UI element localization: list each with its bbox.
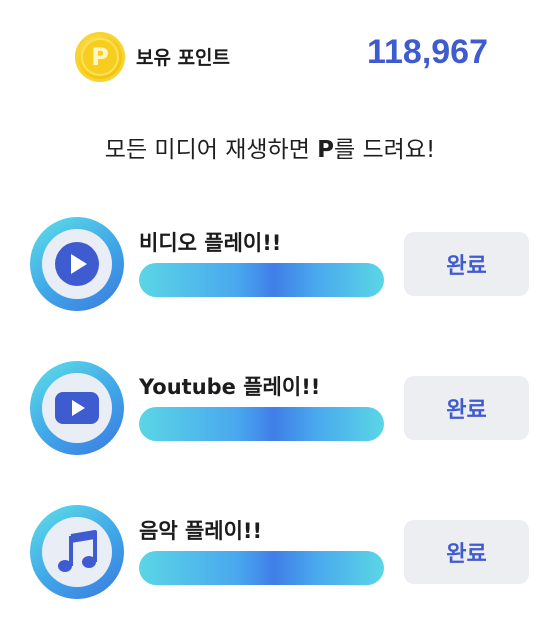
task-icon-ring (30, 217, 124, 311)
task-title: 음악 플레이!! (139, 519, 263, 543)
coin-icon: P (75, 32, 125, 82)
task-icon-ring (30, 361, 124, 455)
youtube-icon (55, 392, 99, 424)
task-title: 비디오 플레이!! (139, 231, 282, 255)
complete-button[interactable]: 완료 (404, 376, 529, 440)
headline-prefix: 모든 미디어 재생하면 (104, 137, 318, 163)
complete-button[interactable]: 완료 (404, 520, 529, 584)
points-label: 보유 포인트 (136, 47, 231, 69)
task-youtube: Youtube 플레이!! 완료 (0, 361, 540, 471)
task-progress-bar (139, 263, 384, 297)
headline-suffix: 를 드려요! (334, 137, 436, 163)
points-header: P 보유 포인트 118,967 (0, 0, 540, 110)
task-title: Youtube 플레이!! (139, 375, 321, 399)
task-video: 비디오 플레이!! 완료 (0, 217, 540, 327)
play-icon (55, 242, 99, 286)
points-value: 118,967 (366, 33, 488, 71)
headline-highlight: P (317, 137, 335, 163)
task-progress-bar (139, 407, 384, 441)
coin-symbol: P (81, 38, 119, 76)
task-music: 음악 플레이!! 완료 (0, 505, 540, 615)
task-progress-bar (139, 551, 384, 585)
complete-button[interactable]: 완료 (404, 232, 529, 296)
headline: 모든 미디어 재생하면 P를 드려요! (0, 130, 540, 164)
task-icon-ring (30, 505, 124, 599)
music-note-icon (58, 530, 97, 572)
